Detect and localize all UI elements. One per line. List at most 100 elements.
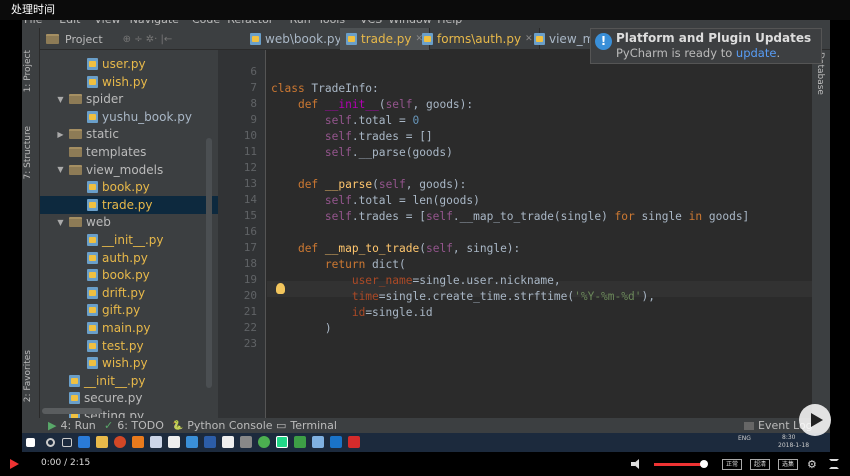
tree-file[interactable]: main.py xyxy=(40,319,218,337)
tab-label: forms\auth.py xyxy=(437,32,522,46)
todo-tool-tab[interactable]: ✓ 6: TODO xyxy=(104,418,164,433)
tree-horizontal-scrollbar[interactable] xyxy=(42,408,102,414)
menu-item[interactable]: Help xyxy=(437,20,462,26)
project-header-label[interactable]: Project xyxy=(65,33,103,46)
speed-button[interactable]: 正常 xyxy=(722,459,743,470)
tab-forms-auth[interactable]: forms\auth.py ✕ xyxy=(416,28,540,50)
tree-file[interactable]: wish.py xyxy=(40,73,218,91)
tree-folder[interactable]: ▶ static xyxy=(40,126,218,144)
menu-item[interactable]: Code xyxy=(192,20,220,26)
search-icon[interactable] xyxy=(46,438,55,447)
quality-button[interactable]: 超清 xyxy=(750,459,771,470)
code-line[interactable]: return dict( xyxy=(271,257,811,273)
run-tool-tab[interactable]: ▶ 4: Run xyxy=(48,418,96,433)
tree-folder[interactable]: templates xyxy=(40,143,218,161)
tree-file[interactable]: test.py xyxy=(40,337,218,355)
tree-item-label: __init__.py xyxy=(102,232,164,247)
app-icon[interactable] xyxy=(114,436,126,448)
play-overlay-button[interactable] xyxy=(799,404,831,436)
expand-arrow-icon[interactable]: ▼ xyxy=(56,165,65,174)
menu-item[interactable]: View xyxy=(94,20,120,26)
app-icon[interactable] xyxy=(168,436,180,448)
update-notification[interactable]: ! Platform and Plugin Updates PyCharm is… xyxy=(590,28,822,64)
code-line[interactable]: def __init__(self, goods): xyxy=(271,97,811,113)
app-icon[interactable] xyxy=(186,436,198,448)
code-editor[interactable]: 6 7 8 9 10 11 12 13 14 15 16 17 18 19 20 21 22 23 class T… xyxy=(218,50,830,418)
vscode-icon[interactable] xyxy=(204,436,216,448)
tree-file[interactable]: secure.py xyxy=(40,390,218,408)
code-line[interactable]: self.total = 0 xyxy=(271,113,811,129)
chrome-icon[interactable] xyxy=(258,436,270,448)
tree-file[interactable]: wish.py xyxy=(40,354,218,372)
menu-item[interactable]: Refactor xyxy=(227,20,273,26)
play-icon[interactable] xyxy=(10,459,19,469)
favorites-tool-tab[interactable]: 2: Favorites xyxy=(23,350,33,402)
python-file-icon xyxy=(87,198,98,211)
explorer-icon[interactable] xyxy=(96,436,108,448)
volume-slider[interactable] xyxy=(654,463,704,466)
code-line[interactable]: class TradeInfo: xyxy=(271,81,811,97)
code-line[interactable]: self.trades = [] xyxy=(271,129,811,145)
line-number: 10 xyxy=(243,129,257,142)
app-icon[interactable] xyxy=(312,436,324,448)
tray-language[interactable]: ENG xyxy=(738,435,751,442)
code-line[interactable]: user_name=single.user.nickname, xyxy=(271,273,811,289)
tree-file[interactable]: __init__.py xyxy=(40,231,218,249)
tree-file[interactable]: gift.py xyxy=(40,302,218,320)
code-line[interactable]: def __parse(self, goods): xyxy=(271,177,811,193)
expand-arrow-icon[interactable]: ▼ xyxy=(56,218,65,227)
expand-arrow-icon[interactable]: ▼ xyxy=(56,95,65,104)
terminal-tool-tab[interactable]: ▭ Terminal xyxy=(276,418,337,433)
app-icon[interactable] xyxy=(132,436,144,448)
code-line[interactable]: self.total = len(goods) xyxy=(271,193,811,209)
code-line[interactable]: id=single.id xyxy=(271,305,811,321)
project-tool-tab[interactable]: 1: Project xyxy=(23,50,33,92)
tree-file[interactable]: book.py xyxy=(40,266,218,284)
settings-gear-icon[interactable]: ⚙ xyxy=(807,458,817,471)
app-icon[interactable] xyxy=(348,436,360,448)
tree-item-label: drift.py xyxy=(102,285,146,300)
volume-icon[interactable] xyxy=(631,459,642,469)
episodes-button[interactable]: 选集 xyxy=(778,459,799,470)
tree-file[interactable]: book.py xyxy=(40,178,218,196)
menu-item[interactable]: VCS xyxy=(360,20,382,26)
code-line[interactable]: time=single.create_time.strftime('%Y-%m-… xyxy=(271,289,811,305)
menu-item[interactable]: File xyxy=(24,20,42,26)
tree-file[interactable]: user.py xyxy=(40,55,218,73)
project-header-tools[interactable]: ⊕ ÷ ✲· |← xyxy=(123,34,173,45)
volume-knob[interactable] xyxy=(700,460,708,468)
menu-item[interactable]: Window xyxy=(388,20,431,26)
update-link[interactable]: update xyxy=(736,46,777,60)
tree-file[interactable]: yushu_book.py xyxy=(40,108,218,126)
app-icon[interactable] xyxy=(294,436,306,448)
tree-file[interactable]: __init__.py xyxy=(40,372,218,390)
tree-file[interactable]: trade.py xyxy=(40,196,218,214)
menu-item[interactable]: Run xyxy=(290,20,311,26)
menu-item[interactable]: Tools xyxy=(318,20,345,26)
pycharm-icon[interactable] xyxy=(276,436,288,448)
tree-file[interactable]: drift.py xyxy=(40,284,218,302)
tree-scrollbar[interactable] xyxy=(206,138,212,388)
code-line[interactable]: ) xyxy=(271,321,811,337)
tree-folder[interactable]: ▼ view_models xyxy=(40,161,218,179)
code-line[interactable]: self.__parse(goods) xyxy=(271,145,811,161)
tree-folder[interactable]: ▼ web xyxy=(40,214,218,232)
expand-arrow-icon[interactable]: ▶ xyxy=(56,130,65,139)
line-number: 7 xyxy=(250,81,257,94)
app-icon[interactable] xyxy=(150,436,162,448)
fullscreen-icon[interactable] xyxy=(829,459,839,469)
app-icon[interactable] xyxy=(330,436,342,448)
python-console-tool-tab[interactable]: 🐍 Python Console xyxy=(172,418,273,433)
windows-start-icon[interactable] xyxy=(26,438,35,447)
structure-tool-tab[interactable]: 7: Structure xyxy=(23,126,33,180)
tree-folder[interactable]: ▼ spider xyxy=(40,90,218,108)
app-icon[interactable] xyxy=(240,436,252,448)
code-line[interactable]: self.trades = [self.__map_to_trade(singl… xyxy=(271,209,811,225)
code-line[interactable]: def __map_to_trade(self, single): xyxy=(271,241,811,257)
app-icon[interactable] xyxy=(222,436,234,448)
menu-item[interactable]: Navigate xyxy=(130,20,179,26)
edge-icon[interactable] xyxy=(78,436,90,448)
menu-item[interactable]: Edit xyxy=(59,20,80,26)
tree-file[interactable]: auth.py xyxy=(40,249,218,267)
task-view-icon[interactable] xyxy=(62,438,72,447)
